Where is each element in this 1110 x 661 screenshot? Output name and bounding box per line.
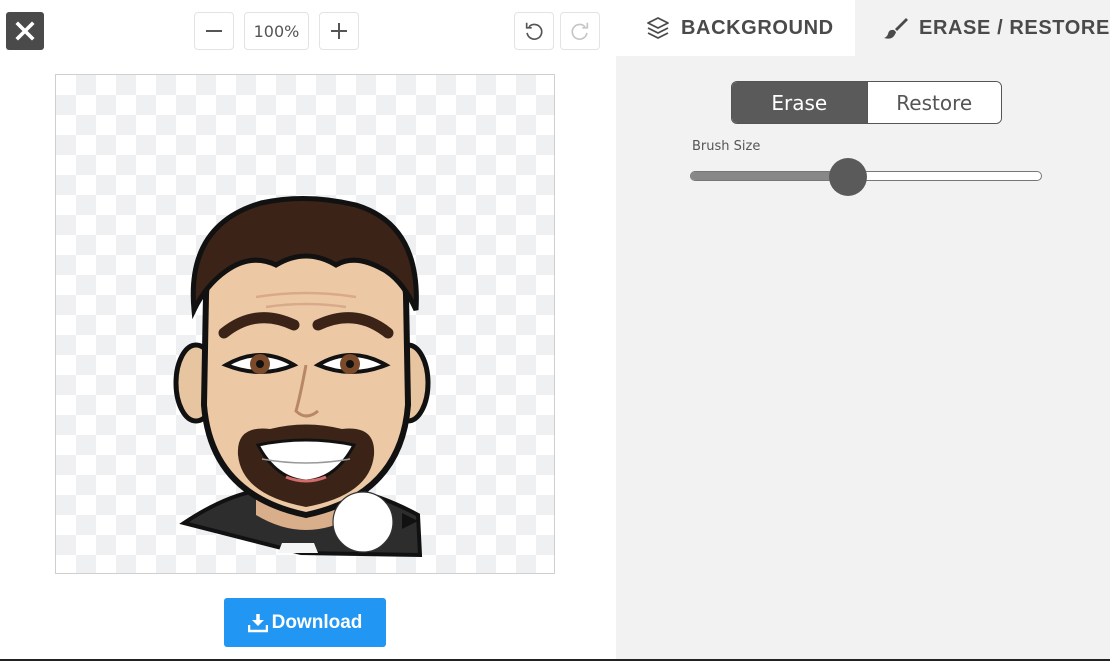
download-icon xyxy=(247,613,268,632)
brush-size-label: Brush Size xyxy=(692,139,761,154)
brush-icon xyxy=(884,18,908,39)
download-label: Download xyxy=(271,611,363,633)
zoom-out-button[interactable] xyxy=(194,12,234,50)
tab-erase-restore[interactable]: ERASE / RESTORE xyxy=(855,0,1110,56)
avatar-image xyxy=(173,196,431,558)
undo-button[interactable] xyxy=(514,12,554,50)
close-button[interactable] xyxy=(6,12,44,50)
minus-icon xyxy=(206,30,222,32)
redo-icon xyxy=(571,22,589,40)
undo-icon xyxy=(525,22,543,40)
plus-icon xyxy=(331,23,347,39)
layers-icon xyxy=(647,17,669,39)
restore-button[interactable]: Restore xyxy=(866,82,1001,123)
zoom-level: 100% xyxy=(244,12,309,50)
slider-fill xyxy=(691,172,849,180)
mode-toggle: Erase Restore xyxy=(731,81,1002,124)
tab-background[interactable]: BACKGROUND xyxy=(616,0,855,56)
download-button[interactable]: Download xyxy=(224,598,386,647)
tab-background-label: BACKGROUND xyxy=(681,16,834,39)
tab-erase-restore-label: ERASE / RESTORE xyxy=(919,16,1110,39)
erase-button[interactable]: Erase xyxy=(732,82,867,123)
slider-thumb[interactable] xyxy=(829,158,867,196)
brush-size-slider[interactable] xyxy=(690,158,1042,196)
image-canvas[interactable] xyxy=(55,74,555,574)
editor-area: 100% Download xyxy=(0,0,616,661)
tools-panel: BACKGROUND ERASE / RESTORE Erase Restore… xyxy=(616,0,1110,661)
zoom-in-button[interactable] xyxy=(319,12,359,50)
panel-tabs: BACKGROUND ERASE / RESTORE xyxy=(616,0,1110,56)
close-icon xyxy=(15,21,35,41)
redo-button[interactable] xyxy=(560,12,600,50)
